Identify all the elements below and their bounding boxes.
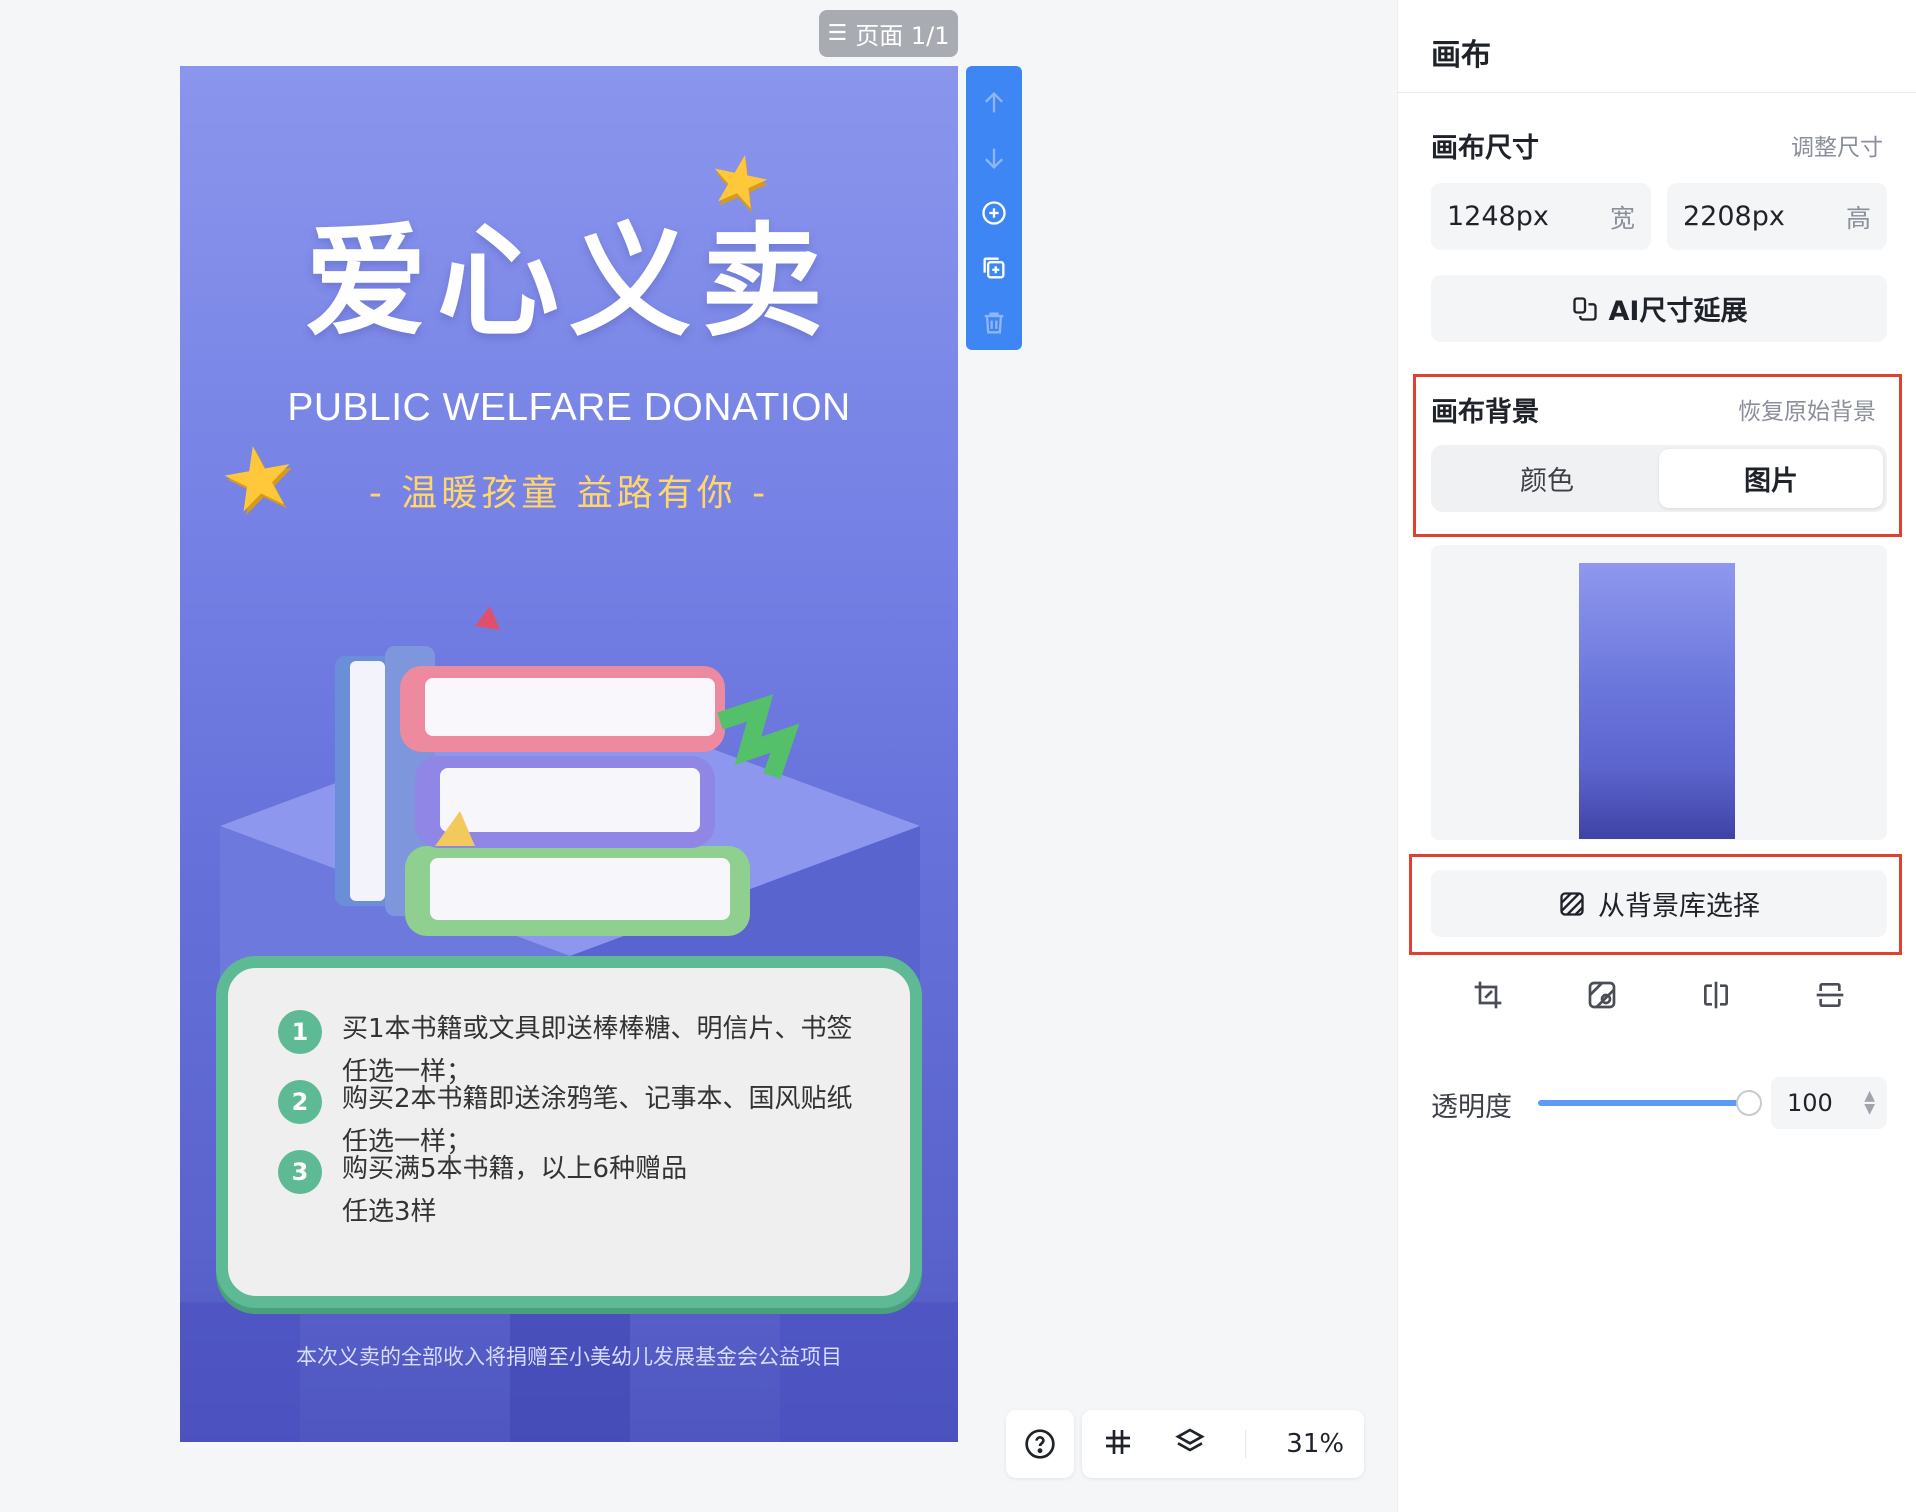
ai-resize-icon (1572, 296, 1597, 321)
view-controls: 31% (1082, 1410, 1364, 1478)
texture-icon (1560, 891, 1584, 916)
image-edit-tools (1431, 970, 1887, 1020)
grid-icon (1105, 1430, 1130, 1454)
poster-subtitle: PUBLIC WELFARE DONATION (287, 386, 851, 429)
canvas-size-title: 画布尺寸 (1431, 133, 1539, 164)
offer-text: 买1本书籍或文具即送棒棒糖、明信片、书签 (342, 1014, 853, 1044)
offer-number-badge: 2 (278, 1080, 322, 1124)
background-library-button[interactable]: 从背景库选择 (1431, 870, 1887, 937)
canvas-background-title: 画布背景 (1431, 397, 1539, 428)
page-indicator-label: 页面 1/1 (855, 22, 950, 50)
ai-extend-label: AI尺寸延展 (1608, 296, 1748, 327)
delete-icon[interactable] (974, 295, 1014, 350)
opacity-value: 100 (1787, 1089, 1833, 1117)
star-icon: ★ (700, 134, 779, 228)
help-button[interactable] (1006, 1410, 1074, 1478)
zoom-level[interactable]: 31% (1286, 1429, 1344, 1459)
height-unit: 高 (1845, 203, 1871, 233)
flip-vertical-icon (1816, 983, 1844, 1007)
grid-button[interactable] (1102, 1426, 1134, 1462)
background-thumbnail[interactable] (1579, 563, 1735, 839)
restore-background-link[interactable]: 恢复原始背景 (1738, 392, 1876, 426)
bg-stripe (180, 1302, 300, 1442)
canvas-workspace: ☰ 页面 1/1 ★ ★ 爱心义卖 PUBLIC WELFARE DONATIO… (0, 0, 1397, 1512)
layers-icon (1174, 1428, 1205, 1452)
bg-stripe (780, 1302, 958, 1442)
poster-footer: 本次义卖的全部收入将捐赠至小美幼儿发展基金会公益项目 (296, 1345, 842, 1369)
offer-number-badge: 3 (278, 1150, 322, 1194)
opacity-slider-thumb[interactable] (1736, 1090, 1762, 1116)
help-icon (1025, 1429, 1055, 1459)
offer-text: 任选3样 (342, 1197, 437, 1227)
opacity-label: 透明度 (1431, 1092, 1512, 1123)
bg-stripe (510, 1302, 630, 1442)
offer-item: 3 购买满5本书籍，以上6种赠品 任选3样 (278, 1148, 888, 1234)
tab-image[interactable]: 图片 (1659, 449, 1883, 508)
panel-title: 画布 (1431, 38, 1491, 73)
page-indicator[interactable]: ☰ 页面 1/1 (819, 10, 958, 57)
list-icon: ☰ (827, 21, 848, 46)
background-library-label: 从背景库选择 (1598, 891, 1760, 922)
duplicate-page-icon[interactable] (974, 240, 1014, 295)
design-canvas[interactable]: ★ ★ 爱心义卖 PUBLIC WELFARE DONATION - 温暖孩童 … (180, 66, 958, 1442)
width-unit: 宽 (1609, 203, 1635, 233)
add-page-icon[interactable] (974, 186, 1014, 241)
width-value: 1248px (1447, 201, 1549, 232)
books-illustration (220, 606, 920, 1016)
filter-icon (1588, 981, 1616, 1009)
flip-horizontal-button[interactable] (1686, 970, 1746, 1020)
ai-extend-button[interactable]: AI尺寸延展 (1431, 275, 1887, 342)
offer-text: 购买满5本书籍，以上6种赠品 (342, 1154, 688, 1184)
arrow-down-icon[interactable] (974, 131, 1014, 186)
opacity-input[interactable]: 100 ▲ ▼ (1771, 1077, 1887, 1129)
page-floating-toolbar (966, 66, 1022, 350)
flip-horizontal-icon (1704, 981, 1728, 1009)
tab-color[interactable]: 颜色 (1435, 449, 1659, 508)
properties-panel: 画布 画布尺寸 调整尺寸 1248px 宽 2208px 高 AI尺寸延展 画布… (1397, 0, 1916, 1512)
height-field[interactable]: 2208px 高 (1667, 183, 1887, 250)
zoom-bar: 31% (1006, 1410, 1364, 1478)
crop-button[interactable] (1458, 970, 1518, 1020)
offer-text: 购买2本书籍即送涂鸦笔、记事本、国风贴纸 (342, 1084, 853, 1114)
flip-vertical-button[interactable] (1800, 970, 1860, 1020)
arrow-up-icon[interactable] (974, 76, 1014, 131)
offer-card: 1 买1本书籍或文具即送棒棒糖、明信片、书签 任选一样； 2 购买2本书籍即送涂… (216, 956, 922, 1308)
layers-button[interactable] (1174, 1426, 1206, 1462)
offer-number-badge: 1 (278, 1010, 322, 1054)
background-preview (1431, 545, 1887, 840)
adjust-button[interactable] (1572, 970, 1632, 1020)
poster-tagline: - 温暖孩童 益路有你 - (368, 473, 770, 514)
divider (1245, 1430, 1247, 1458)
crop-icon (1474, 981, 1502, 1009)
height-value: 2208px (1683, 201, 1785, 232)
stepper-icon[interactable]: ▲ ▼ (1864, 1089, 1875, 1116)
background-type-tabs: 颜色 图片 (1431, 445, 1887, 512)
width-field[interactable]: 1248px 宽 (1431, 183, 1651, 250)
poster-title: 爱心义卖 (305, 211, 833, 353)
opacity-slider-track[interactable] (1538, 1100, 1750, 1106)
adjust-size-link[interactable]: 调整尺寸 (1791, 128, 1883, 162)
divider (1398, 92, 1916, 93)
